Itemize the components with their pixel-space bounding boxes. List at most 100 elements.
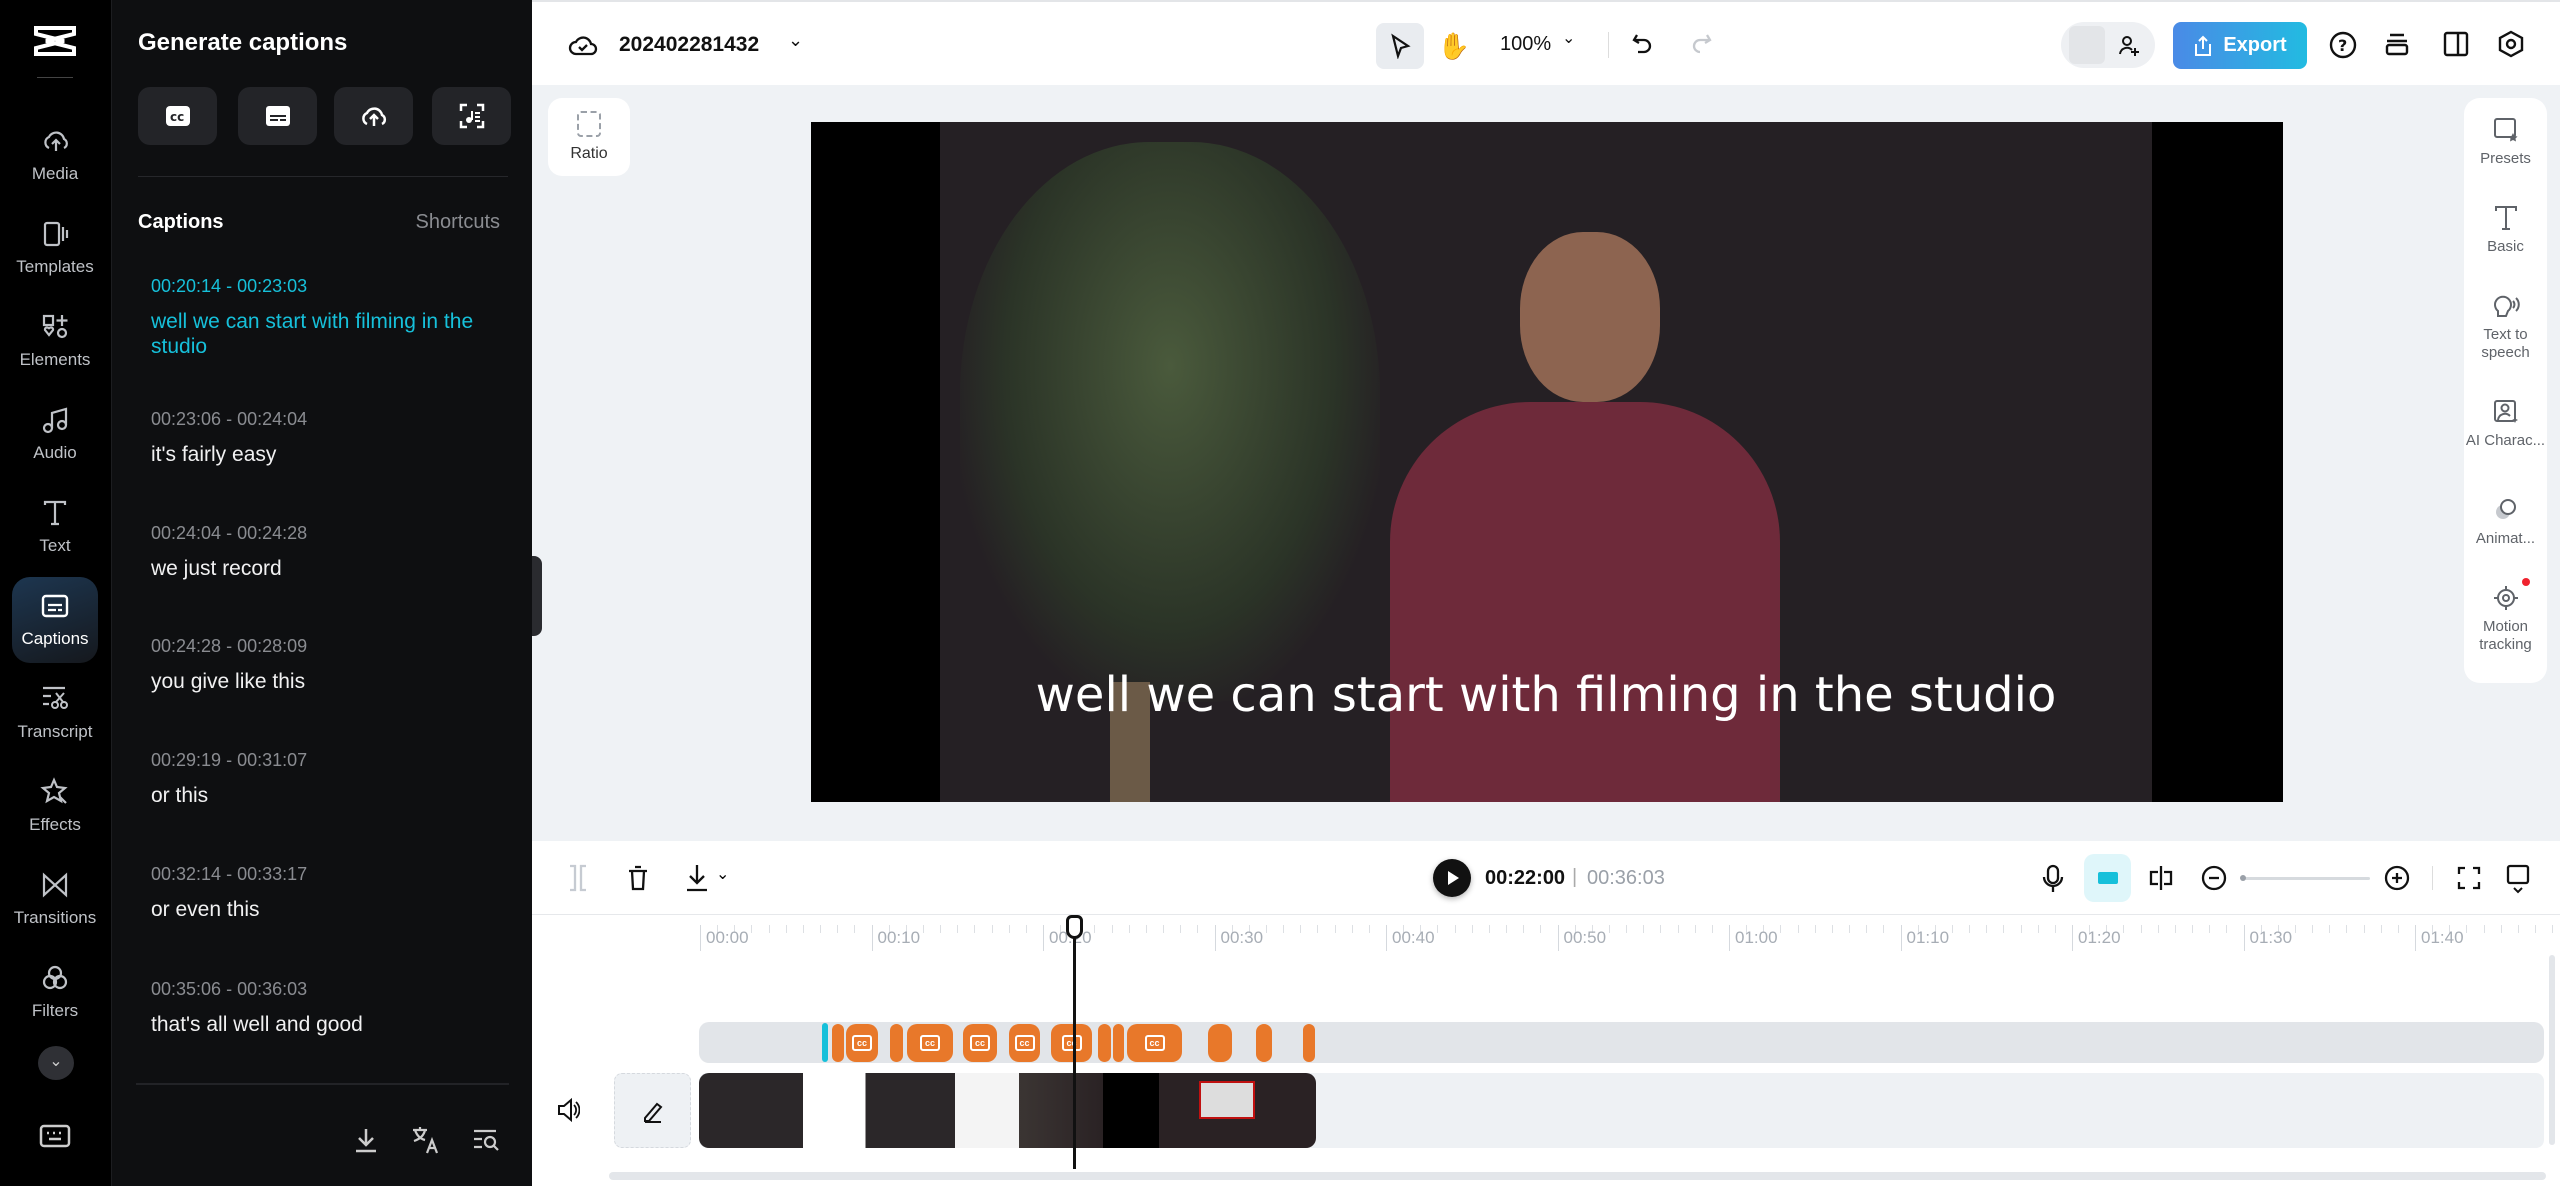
caption-clip[interactable]: cc [907, 1024, 953, 1062]
templates-icon [43, 221, 69, 247]
caption-clip[interactable]: cc [846, 1024, 878, 1062]
caption-timestamp: 00:24:04 - 00:24:28 [151, 523, 308, 543]
upload-captions-button[interactable] [334, 87, 413, 145]
fullscreen-icon[interactable] [2457, 866, 2481, 890]
panel-tab-presets[interactable]: Presets [2464, 116, 2547, 168]
layout-panel-icon[interactable] [2443, 31, 2469, 57]
collapse-panel-handle[interactable] [532, 556, 542, 636]
panel-tab-text-to-speech[interactable]: Text to speech [2464, 292, 2547, 362]
mute-audio-icon[interactable] [556, 1097, 580, 1123]
caption-clip[interactable] [1303, 1024, 1315, 1062]
expand-more-button[interactable]: ⌄ [38, 1046, 74, 1080]
sidebar-item-transcript[interactable]: Transcript [12, 670, 98, 756]
chevron-down-icon[interactable]: ⌄ [788, 30, 803, 51]
caption-clip[interactable]: cc [1127, 1024, 1182, 1062]
sidebar-item-filters[interactable]: Filters [12, 949, 98, 1035]
sidebar-item-elements[interactable]: Elements [12, 298, 98, 384]
zoom-level[interactable]: 100% [1500, 33, 1551, 56]
cc-icon: cc [1061, 1035, 1082, 1051]
translate-icon[interactable] [411, 1125, 441, 1155]
avatar[interactable] [2069, 26, 2105, 64]
lyrics-captions-button[interactable] [432, 87, 511, 145]
caption-clip[interactable] [1208, 1024, 1232, 1062]
layers-icon[interactable] [2384, 32, 2410, 56]
panel-tab-ai-character[interactable]: AI Charac... [2464, 398, 2547, 450]
sidebar-item-transitions[interactable]: Transitions [12, 856, 98, 942]
video-preview[interactable]: well we can start with filming in the st… [811, 122, 2283, 802]
panel-tab-motion-tracking[interactable]: Motion tracking [2464, 578, 2547, 654]
caption-item[interactable]: 00:35:06 - 00:36:03 that's all well and g… [151, 979, 491, 1037]
vertical-scrollbar[interactable] [2549, 955, 2555, 1145]
zoom-slider[interactable] [2240, 875, 2370, 881]
zoom-slider-handle[interactable] [2240, 875, 2246, 881]
caption-text[interactable]: well we can start with filming in the st… [151, 309, 491, 359]
caption-item[interactable]: 00:24:28 - 00:28:09 you give like this [151, 636, 491, 694]
caption-clip-selected[interactable] [822, 1023, 828, 1062]
download-captions-icon[interactable] [352, 1126, 380, 1154]
preview-monitor-icon[interactable] [2506, 864, 2530, 894]
caption-clip[interactable] [1256, 1024, 1272, 1062]
zoom-in-icon[interactable] [2384, 865, 2410, 891]
caption-text[interactable]: it's fairly easy [151, 442, 491, 467]
caption-item[interactable]: 00:24:04 - 00:24:28 we just record [151, 523, 491, 581]
shortcuts-link[interactable]: Shortcuts [416, 211, 500, 234]
caption-clip[interactable]: cc [963, 1024, 997, 1062]
caption-clip[interactable]: cc [1051, 1024, 1092, 1062]
caption-text[interactable]: you give like this [151, 669, 491, 694]
help-icon[interactable]: ? [2329, 31, 2357, 59]
trash-icon[interactable] [626, 864, 650, 892]
search-captions-icon[interactable] [472, 1127, 500, 1153]
caption-clip[interactable] [832, 1024, 844, 1062]
hand-tool-icon[interactable]: ✋ [1436, 26, 1472, 66]
sidebar-item-media[interactable]: Media [12, 112, 98, 198]
caption-clip[interactable] [890, 1024, 903, 1062]
export-button[interactable]: Export [2173, 22, 2307, 69]
horizontal-scrollbar[interactable] [609, 1172, 2546, 1180]
panel-tab-animation[interactable]: Animat... [2464, 496, 2547, 548]
caption-text[interactable]: that's all well and good [151, 1012, 491, 1037]
microphone-icon[interactable] [2042, 864, 2064, 894]
playhead[interactable] [1073, 918, 1076, 1169]
edit-cover-button[interactable] [614, 1073, 691, 1148]
split-icon[interactable] [2148, 864, 2174, 892]
ratio-button[interactable]: Ratio [548, 98, 630, 176]
caption-item[interactable]: 00:29:19 - 00:31:07 or this [151, 750, 491, 808]
undo-icon[interactable] [1631, 32, 1655, 58]
download-chevron-icon[interactable]: ⌄ [716, 864, 729, 884]
caption-clip[interactable] [1098, 1024, 1111, 1062]
panel-tab-basic[interactable]: Basic [2464, 204, 2547, 256]
play-button[interactable] [1433, 859, 1471, 897]
caption-overlay[interactable]: well we can start with filming in the st… [940, 667, 2152, 723]
sidebar-item-effects[interactable]: Effects [12, 763, 98, 849]
transitions-icon [42, 872, 68, 898]
caption-text[interactable]: or this [151, 783, 491, 808]
keyboard-shortcuts-icon[interactable] [39, 1124, 71, 1150]
redo-icon[interactable] [1689, 32, 1713, 58]
download-icon[interactable] [684, 863, 710, 893]
caption-item[interactable]: 00:23:06 - 00:24:04 it's fairly easy [151, 409, 491, 467]
add-user-icon[interactable] [2118, 34, 2142, 58]
settings-icon[interactable] [2497, 30, 2525, 58]
caption-text[interactable]: we just record [151, 556, 491, 581]
select-tool-button[interactable] [1376, 23, 1424, 69]
sidebar-item-text[interactable]: Text [12, 484, 98, 570]
sidebar-item-label: Audio [33, 443, 77, 462]
split-range-icon[interactable] [566, 864, 590, 892]
sidebar-item-captions[interactable]: Captions [12, 577, 98, 663]
sidebar-item-audio[interactable]: Audio [12, 391, 98, 477]
caption-clip[interactable] [1113, 1024, 1124, 1062]
zoom-chevron-icon[interactable]: ⌄ [1562, 28, 1575, 48]
auto-captions-button[interactable]: cc [138, 87, 217, 145]
subtitle-button[interactable] [238, 87, 317, 145]
caption-text[interactable]: or even this [151, 897, 491, 922]
sidebar-item-templates[interactable]: Templates [12, 205, 98, 291]
project-name[interactable]: 202402281432 [619, 33, 759, 57]
auto-snap-toggle[interactable] [2084, 854, 2131, 902]
caption-item[interactable]: 00:32:14 - 00:33:17 or even this [151, 864, 491, 922]
caption-item[interactable]: 00:20:14 - 00:23:03 well we can start wit… [151, 276, 491, 359]
zoom-out-icon[interactable] [2201, 865, 2227, 891]
video-clip[interactable] [699, 1073, 1316, 1148]
playhead-handle[interactable] [1066, 915, 1083, 939]
caption-clip[interactable]: cc [1009, 1024, 1040, 1062]
collaborators-group[interactable] [2061, 22, 2155, 68]
